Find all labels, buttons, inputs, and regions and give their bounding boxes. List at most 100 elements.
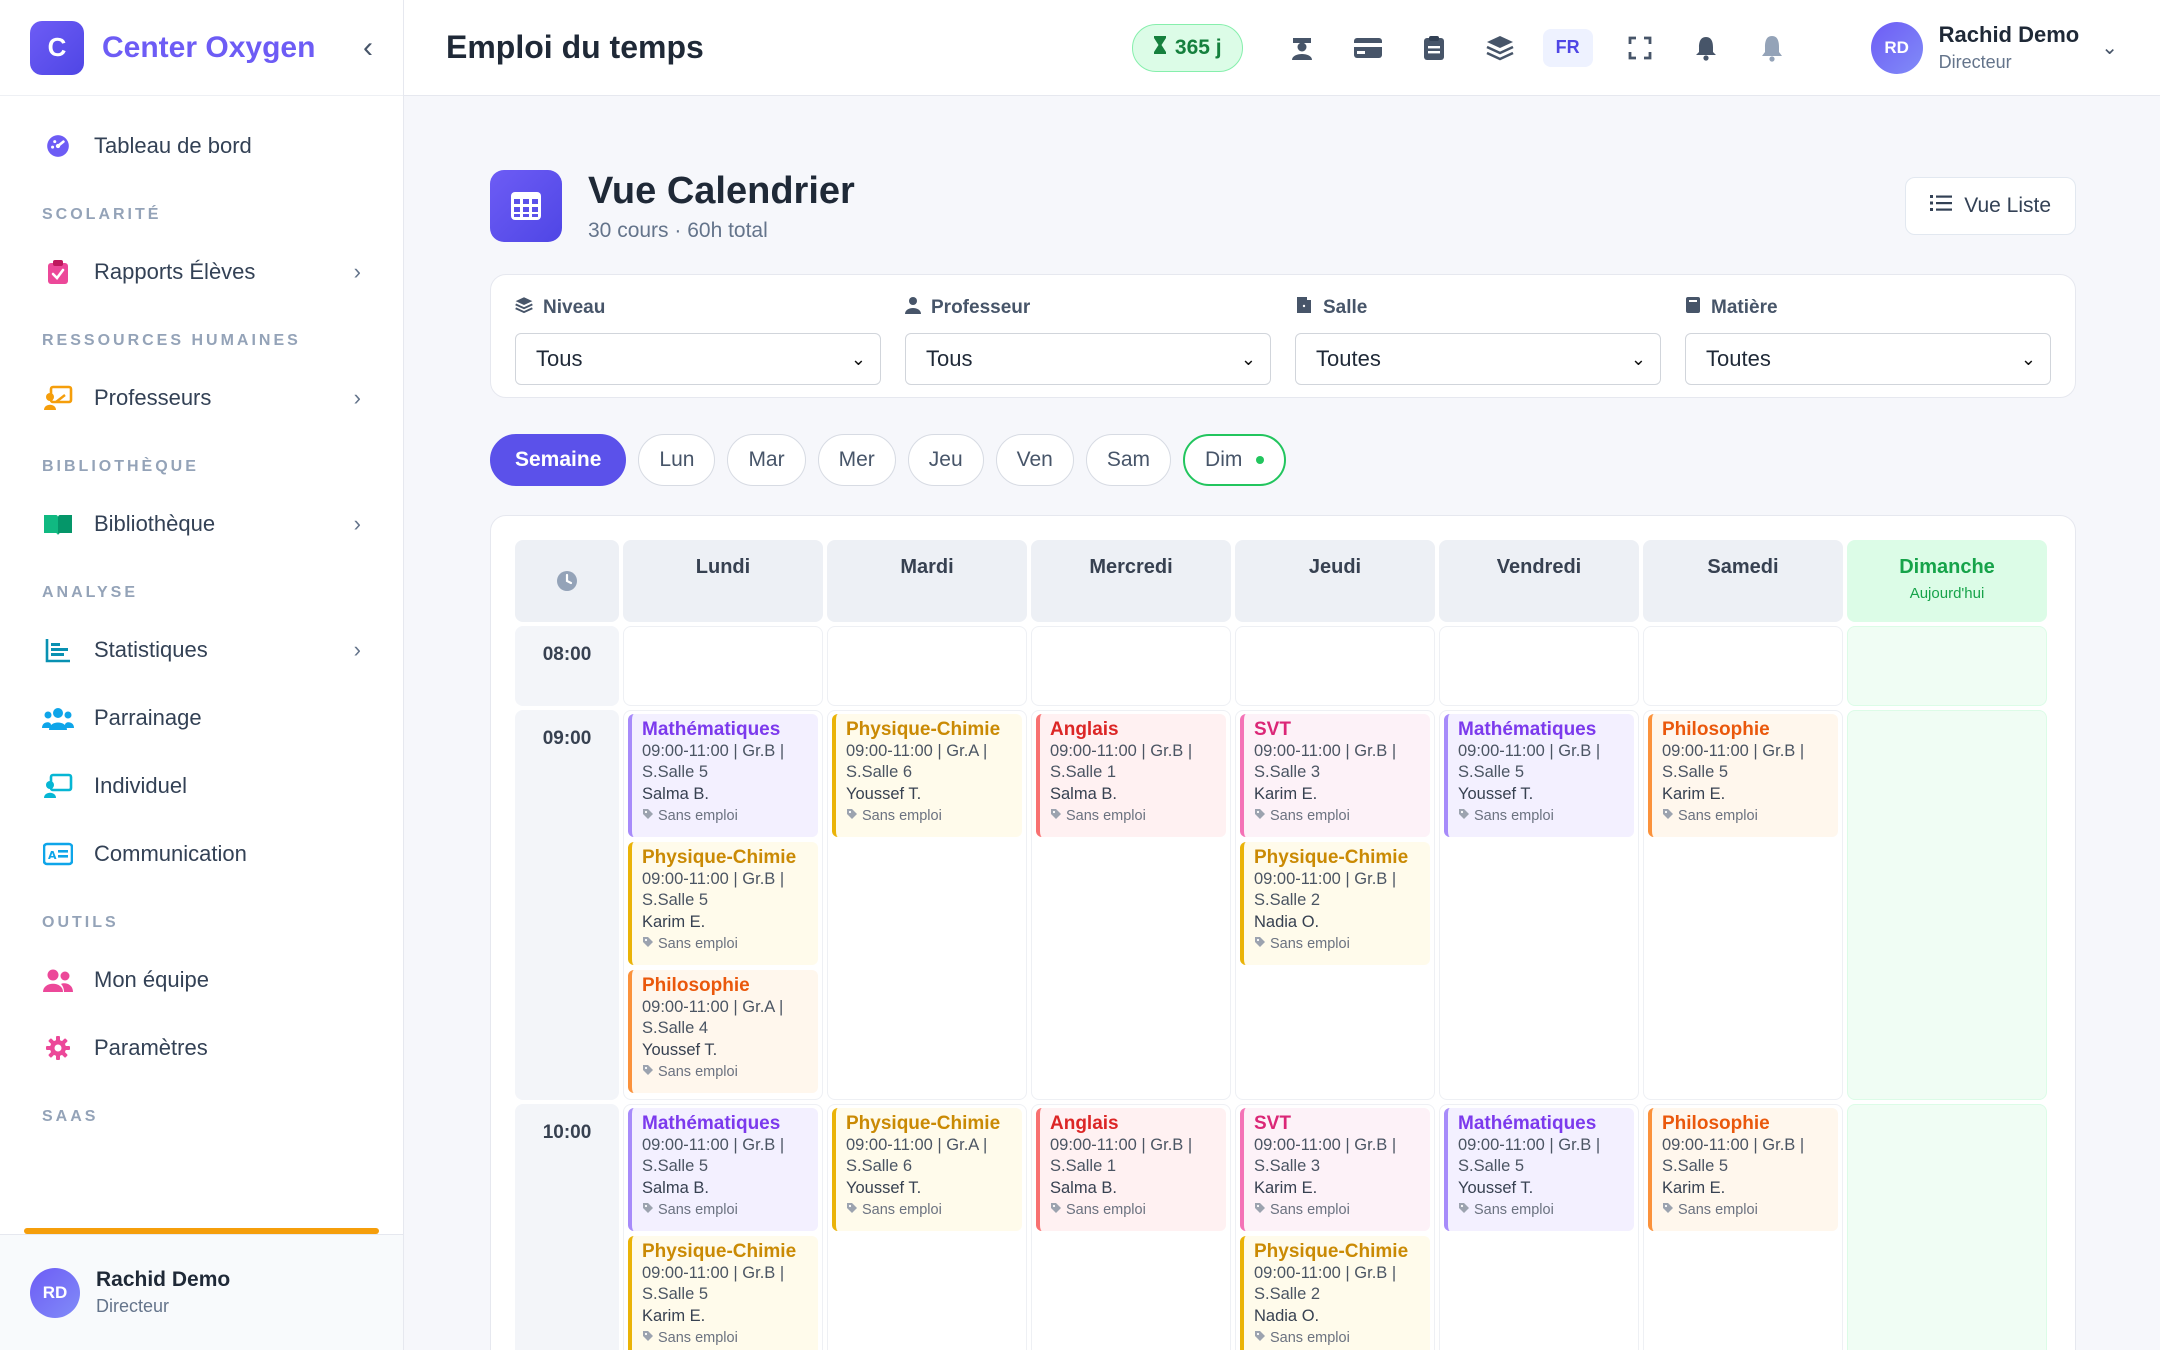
today-label: Aujourd'hui <box>1909 585 1985 602</box>
tab-jeu[interactable]: Jeu <box>907 434 984 486</box>
brand-logo[interactable]: C <box>30 20 84 75</box>
course-card[interactable]: Physique-Chimie 09:00-11:00 | Gr.A | S.Sal… <box>832 714 1022 837</box>
course-card[interactable]: SVT 09:00-11:00 | Gr.B | S.Salle 3 Karim E.… <box>1240 1108 1430 1231</box>
brand-name[interactable]: Center Oxygen <box>102 31 315 65</box>
course-card[interactable]: Physique-Chimie 09:00-11:00 | Gr.B | S.Sal… <box>628 842 818 965</box>
day-cell[interactable]: Mathématiques 09:00-11:00 | Gr.B | S.Salle… <box>623 1104 823 1350</box>
language-switch[interactable]: FR <box>1542 28 1593 67</box>
sidebar-item-statistiques[interactable]: Statistiques › <box>0 620 403 680</box>
course-room: S.Salle 5 <box>642 1157 709 1175</box>
course-card[interactable]: Physique-Chimie 09:00-11:00 | Gr.B | S.Sal… <box>1240 1236 1430 1350</box>
list-view-label: Vue Liste <box>1964 194 2051 217</box>
day-cell[interactable]: Physique-Chimie 09:00-11:00 | Gr.A | S.Sal… <box>827 1104 1027 1350</box>
subscription-days-badge[interactable]: 365 j <box>1131 23 1243 72</box>
tab-sam[interactable]: Sam <box>1085 434 1172 486</box>
course-card[interactable]: SVT 09:00-11:00 | Gr.B | S.Salle 3 Karim E.… <box>1240 714 1430 837</box>
tab-mer[interactable]: Mer <box>817 434 896 486</box>
day-cell-today[interactable] <box>1847 626 2047 706</box>
sidebar-item-bibliotheque[interactable]: Bibliothèque › <box>0 494 403 554</box>
course-tag: Sans emploi <box>1050 1202 1218 1218</box>
day-cell[interactable] <box>623 626 823 706</box>
graduate-icon[interactable] <box>1279 25 1325 71</box>
day-cell-today[interactable] <box>1847 1104 2047 1350</box>
tab-mar[interactable]: Mar <box>727 434 806 486</box>
niveau-select[interactable]: Tous ⌄ <box>515 333 881 385</box>
day-cell[interactable] <box>1439 626 1639 706</box>
calendar-header-text: Vue Calendrier 30 cours · 60h total <box>588 170 855 243</box>
course-teacher: Salma B. <box>642 1179 709 1197</box>
day-cell[interactable]: SVT 09:00-11:00 | Gr.B | S.Salle 3 Karim E.… <box>1235 1104 1435 1350</box>
sidebar-item-professeurs[interactable]: Professeurs › <box>0 368 403 428</box>
select-value: Tous <box>536 346 583 371</box>
day-cell[interactable]: Mathématiques 09:00-11:00 | Gr.B | S.Salle… <box>1439 710 1639 1100</box>
course-card[interactable]: Philosophie 09:00-11:00 | Gr.B | S.Salle 5… <box>1648 714 1838 837</box>
course-time-group: 09:00-11:00 | Gr.B | <box>1662 742 1805 760</box>
tag-icon <box>642 1202 654 1218</box>
sidebar-item-parametres[interactable]: Paramètres <box>0 1018 403 1078</box>
day-cell[interactable] <box>1235 626 1435 706</box>
course-tag: Sans emploi <box>1458 1202 1626 1218</box>
course-tag: Sans emploi <box>846 1202 1014 1218</box>
day-cell[interactable] <box>1031 626 1231 706</box>
layers-icon[interactable] <box>1477 25 1523 71</box>
sidebar-item-dashboard[interactable]: Tableau de bord <box>0 116 403 176</box>
tab-dim[interactable]: Dim <box>1183 434 1287 486</box>
course-time-group: 09:00-11:00 | Gr.B | <box>642 1264 785 1282</box>
tag-label: Sans emploi <box>862 1202 942 1218</box>
user-role: Directeur <box>1938 52 2012 72</box>
day-cell[interactable]: Anglais 09:00-11:00 | Gr.B | S.Salle 1 Salm… <box>1031 1104 1231 1350</box>
credit-card-icon[interactable] <box>1345 25 1391 71</box>
course-room: S.Salle 3 <box>1254 763 1321 781</box>
sidebar-item-parrainage[interactable]: Parrainage <box>0 688 403 748</box>
bell-outline-icon[interactable] <box>1749 25 1795 71</box>
course-card[interactable]: Philosophie 09:00-11:00 | Gr.A | S.Salle 4… <box>628 970 818 1093</box>
sidebar-item-equipe[interactable]: Mon équipe <box>0 950 403 1010</box>
professeur-select[interactable]: Tous ⌄ <box>905 333 1271 385</box>
course-subject: Physique-Chimie <box>1254 847 1409 868</box>
clipboard-list-icon[interactable] <box>1411 25 1457 71</box>
day-cell[interactable]: Mathématiques 09:00-11:00 | Gr.B | S.Salle… <box>1439 1104 1639 1350</box>
tab-lun[interactable]: Lun <box>638 434 716 486</box>
course-card[interactable]: Physique-Chimie 09:00-11:00 | Gr.A | S.Sal… <box>832 1108 1022 1231</box>
bell-icon[interactable] <box>1683 25 1729 71</box>
list-view-button[interactable]: Vue Liste <box>1905 177 2076 235</box>
collapse-sidebar-button[interactable]: ‹ <box>363 31 373 65</box>
day-cell[interactable]: Philosophie 09:00-11:00 | Gr.B | S.Salle 5… <box>1643 710 1843 1100</box>
top-actions: 365 j FR RD Rachid Demo Directeur ⌄ <box>1131 21 2118 74</box>
day-cell[interactable]: Physique-Chimie 09:00-11:00 | Gr.A | S.Sal… <box>827 710 1027 1100</box>
sidebar-item-individuel[interactable]: Individuel <box>0 756 403 816</box>
day-cell[interactable]: Philosophie 09:00-11:00 | Gr.B | S.Salle 5… <box>1643 1104 1843 1350</box>
course-card[interactable]: Anglais 09:00-11:00 | Gr.B | S.Salle 1 Salm… <box>1036 714 1226 837</box>
day-cell[interactable] <box>827 626 1027 706</box>
sidebar-item-rapports[interactable]: Rapports Élèves › <box>0 242 403 302</box>
course-card[interactable]: Anglais 09:00-11:00 | Gr.B | S.Salle 1 Salm… <box>1036 1108 1226 1231</box>
day-cell-today[interactable] <box>1847 710 2047 1100</box>
day-cell[interactable]: Anglais 09:00-11:00 | Gr.B | S.Salle 1 Salm… <box>1031 710 1231 1100</box>
chevron-down-icon: ⌄ <box>2101 37 2118 59</box>
salle-select[interactable]: Toutes ⌄ <box>1295 333 1661 385</box>
fullscreen-icon[interactable] <box>1617 25 1663 71</box>
course-card[interactable]: Physique-Chimie 09:00-11:00 | Gr.B | S.Sal… <box>628 1236 818 1350</box>
sidebar-item-communication[interactable]: A Communication <box>0 824 403 884</box>
course-card[interactable]: Mathématiques 09:00-11:00 | Gr.B | S.Salle… <box>1444 1108 1634 1231</box>
top-user-menu[interactable]: RD Rachid Demo Directeur ⌄ <box>1870 21 2118 74</box>
day-cell[interactable] <box>1643 626 1843 706</box>
course-card[interactable]: Mathématiques 09:00-11:00 | Gr.B | S.Salle… <box>628 714 818 837</box>
tab-ven[interactable]: Ven <box>995 434 1074 486</box>
course-card[interactable]: Philosophie 09:00-11:00 | Gr.B | S.Salle 5… <box>1648 1108 1838 1231</box>
day-cell[interactable]: Mathématiques 09:00-11:00 | Gr.B | S.Salle… <box>623 710 823 1100</box>
matiere-select[interactable]: Toutes ⌄ <box>1685 333 2051 385</box>
tag-label: Sans emploi <box>1474 808 1554 824</box>
course-card[interactable]: Physique-Chimie 09:00-11:00 | Gr.B | S.Sal… <box>1240 842 1430 965</box>
id-card-icon: A <box>42 838 74 870</box>
sidebar-item-label: Paramètres <box>94 1035 208 1060</box>
sidebar-user-card[interactable]: RD Rachid Demo Directeur <box>0 1234 403 1350</box>
tab-semaine[interactable]: Semaine <box>490 434 627 486</box>
day-cell[interactable]: SVT 09:00-11:00 | Gr.B | S.Salle 3 Karim E.… <box>1235 710 1435 1100</box>
course-time-group: 09:00-11:00 | Gr.A | <box>846 1136 988 1154</box>
tag-icon <box>642 1064 654 1080</box>
course-card[interactable]: Mathématiques 09:00-11:00 | Gr.B | S.Salle… <box>628 1108 818 1231</box>
course-room: S.Salle 4 <box>642 1019 709 1037</box>
sidebar-item-label: Tableau de bord <box>94 133 252 158</box>
course-card[interactable]: Mathématiques 09:00-11:00 | Gr.B | S.Salle… <box>1444 714 1634 837</box>
